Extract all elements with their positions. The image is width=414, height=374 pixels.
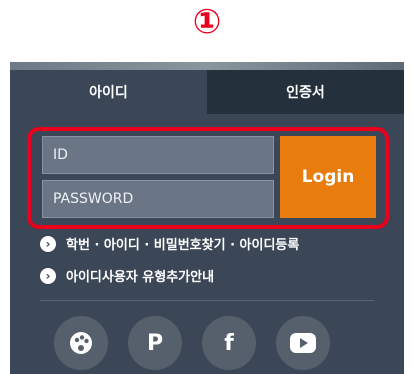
arrow-right-icon: › — [40, 267, 56, 284]
youtube-icon[interactable] — [276, 316, 330, 370]
user-type-guide-link[interactable]: › 아이디사용자 유형추가안내 — [40, 266, 214, 285]
facebook-icon[interactable]: f — [202, 316, 256, 370]
tab-certificate[interactable]: 인증서 — [207, 70, 404, 114]
arrow-right-icon: › — [40, 235, 56, 252]
id-input[interactable]: ID — [42, 136, 274, 174]
user-type-guide-label: 아이디사용자 유형추가안내 — [66, 270, 215, 285]
p-icon[interactable]: P — [128, 316, 182, 370]
divider — [40, 300, 374, 301]
tab-id[interactable]: 아이디 — [10, 70, 207, 114]
login-tabs: 아이디 인증서 — [10, 70, 404, 114]
login-panel: 아이디 인증서 ID PASSWORD Login › 학번 · 아이디 · 비… — [10, 62, 404, 374]
password-input[interactable]: PASSWORD — [42, 180, 274, 218]
step-number-badge: ① — [192, 2, 222, 42]
find-account-link[interactable]: › 학번 · 아이디 · 비밀번호찾기 · 아이디등록 — [40, 234, 299, 253]
social-links: P f — [54, 316, 330, 370]
login-button[interactable]: Login — [280, 136, 376, 218]
top-decorative-strip — [10, 62, 404, 70]
palette-icon[interactable] — [54, 316, 108, 370]
find-account-label: 학번 · 아이디 · 비밀번호찾기 · 아이디등록 — [66, 238, 300, 253]
